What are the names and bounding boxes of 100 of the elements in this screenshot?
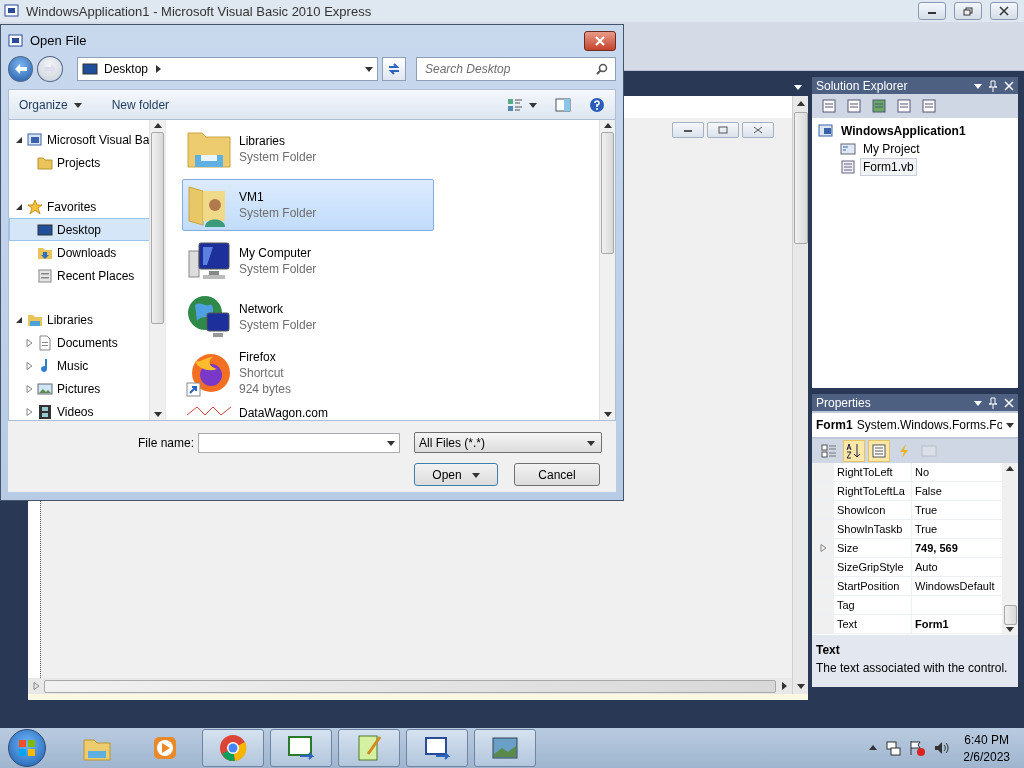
property-value[interactable]: No [912,463,930,481]
search-field[interactable]: Search Desktop [416,57,616,81]
back-button[interactable] [8,56,34,82]
start-button[interactable] [8,729,46,767]
tree-item[interactable]: WindowsApplication1 [818,122,1012,140]
nav-item[interactable]: Desktop [9,218,149,241]
nav-item[interactable]: Recent Places [9,264,149,287]
nav-label: Music [57,358,89,373]
show-hidden-icons-icon [869,744,878,752]
desktop-icon [37,221,53,238]
nav-label: Documents [57,335,118,350]
close-icon [999,6,1009,16]
panel-title: Solution Explorer [816,78,909,93]
file-item[interactable]: Libraries System Folder [182,123,434,175]
tree-item[interactable]: My Project [818,140,1012,158]
panel-title: Properties [816,395,872,410]
expand-arrow-icon [819,544,827,552]
caret-icon [1006,465,1014,473]
file-name: VM1 [239,190,265,204]
chrome-icon [218,734,248,762]
taskbar-app-button[interactable] [270,729,332,767]
preview-pane-icon [555,96,571,113]
help-icon [589,96,605,113]
file-item[interactable]: VM1 System Folder [182,179,434,231]
property-name: Size [834,539,912,557]
close-button[interactable] [584,30,616,51]
view-code-icon [896,98,912,114]
collapsed-arrow-icon [24,384,33,393]
property-name: ShowIcon [834,501,912,519]
search-icon [596,63,608,75]
refresh-button[interactable] [382,57,406,81]
organize-menu[interactable]: Organize [19,97,82,112]
property-name: Text [834,615,912,633]
expanded-arrow-icon [14,202,23,211]
toolbar-button[interactable] [843,440,865,462]
pin-icon [988,79,998,92]
file-item[interactable]: Network System Folder [182,291,434,343]
property-value[interactable]: WindowsDefault [912,577,995,595]
picture-icon [37,380,53,397]
file-item[interactable]: DataWagon.com [182,403,434,420]
close-icon [595,35,605,46]
new-folder-button[interactable]: New folder [111,97,170,112]
file-detail: System Folder [239,318,317,332]
nav-label: Videos [57,404,94,419]
property-name: StartPosition [834,577,912,595]
description-title: Text [816,643,841,657]
cancel-button[interactable]: Cancel [514,463,600,486]
vb-app-icon [422,734,452,762]
csharp-file-icon [286,734,316,762]
object-selector[interactable]: Form1 System.Windows.Forms.Fo [812,413,1018,437]
file-item[interactable]: Firefox Shortcut 924 bytes [182,347,434,399]
property-name: RightToLeft [834,463,912,481]
nav-item[interactable]: Documents [9,331,149,354]
caret-icon [529,100,537,109]
close-button[interactable] [990,2,1018,20]
caret-icon [1006,421,1014,429]
open-button[interactable]: Open [414,463,498,486]
forward-button[interactable] [37,56,63,82]
file-item[interactable]: My Computer System Folder [182,235,434,287]
forward-arrow-icon [43,63,58,75]
back-arrow-icon [13,63,28,75]
file-detail: System Folder [239,206,317,220]
nav-item[interactable]: Videos [9,400,149,420]
nav-label: Projects [57,155,101,170]
nav-group[interactable]: Microsoft Visual Ba [9,128,149,151]
address-bar[interactable]: Desktop [76,57,379,81]
tree-item[interactable]: Form1.vb [818,158,1012,176]
description-text: The text associated with the control. [816,661,1009,675]
property-value[interactable]: True [912,501,938,519]
properties-icon [821,98,837,114]
file-type-dropdown[interactable]: All Files (*.*) [414,432,603,453]
nav-group[interactable]: Libraries [9,308,149,331]
caret-icon [974,398,982,407]
pin-icon [988,396,998,409]
caret-icon [603,122,612,130]
nav-group[interactable]: Favorites [9,195,149,218]
folder-icon [37,154,53,171]
nav-item[interactable]: Pictures [9,377,149,400]
property-value[interactable]: Auto [912,558,938,576]
vb-app-icon [8,32,24,49]
minimize-button[interactable] [918,2,946,20]
collapsed-arrow-icon [24,407,33,416]
nav-label: Favorites [47,199,97,214]
taskbar-app-button[interactable] [406,729,468,767]
property-name: Tag [834,596,912,614]
nav-item[interactable]: Downloads [9,241,149,264]
property-value[interactable]: False [912,482,942,500]
restore-button[interactable] [954,2,982,20]
nav-item[interactable]: Projects [9,151,149,174]
taskbar-app-button[interactable] [474,729,536,767]
nav-label: Pictures [57,381,101,396]
property-value[interactable]: Form1 [912,615,949,633]
property-value[interactable]: 749, 569 [912,539,958,557]
file-name: My Computer [239,246,313,260]
view-options-icon [507,96,523,113]
file-name-field[interactable] [198,432,401,453]
property-value[interactable]: True [912,520,938,538]
nav-item[interactable]: Music [9,354,149,377]
volume-icon [933,740,950,756]
vb-project-icon [27,131,43,148]
